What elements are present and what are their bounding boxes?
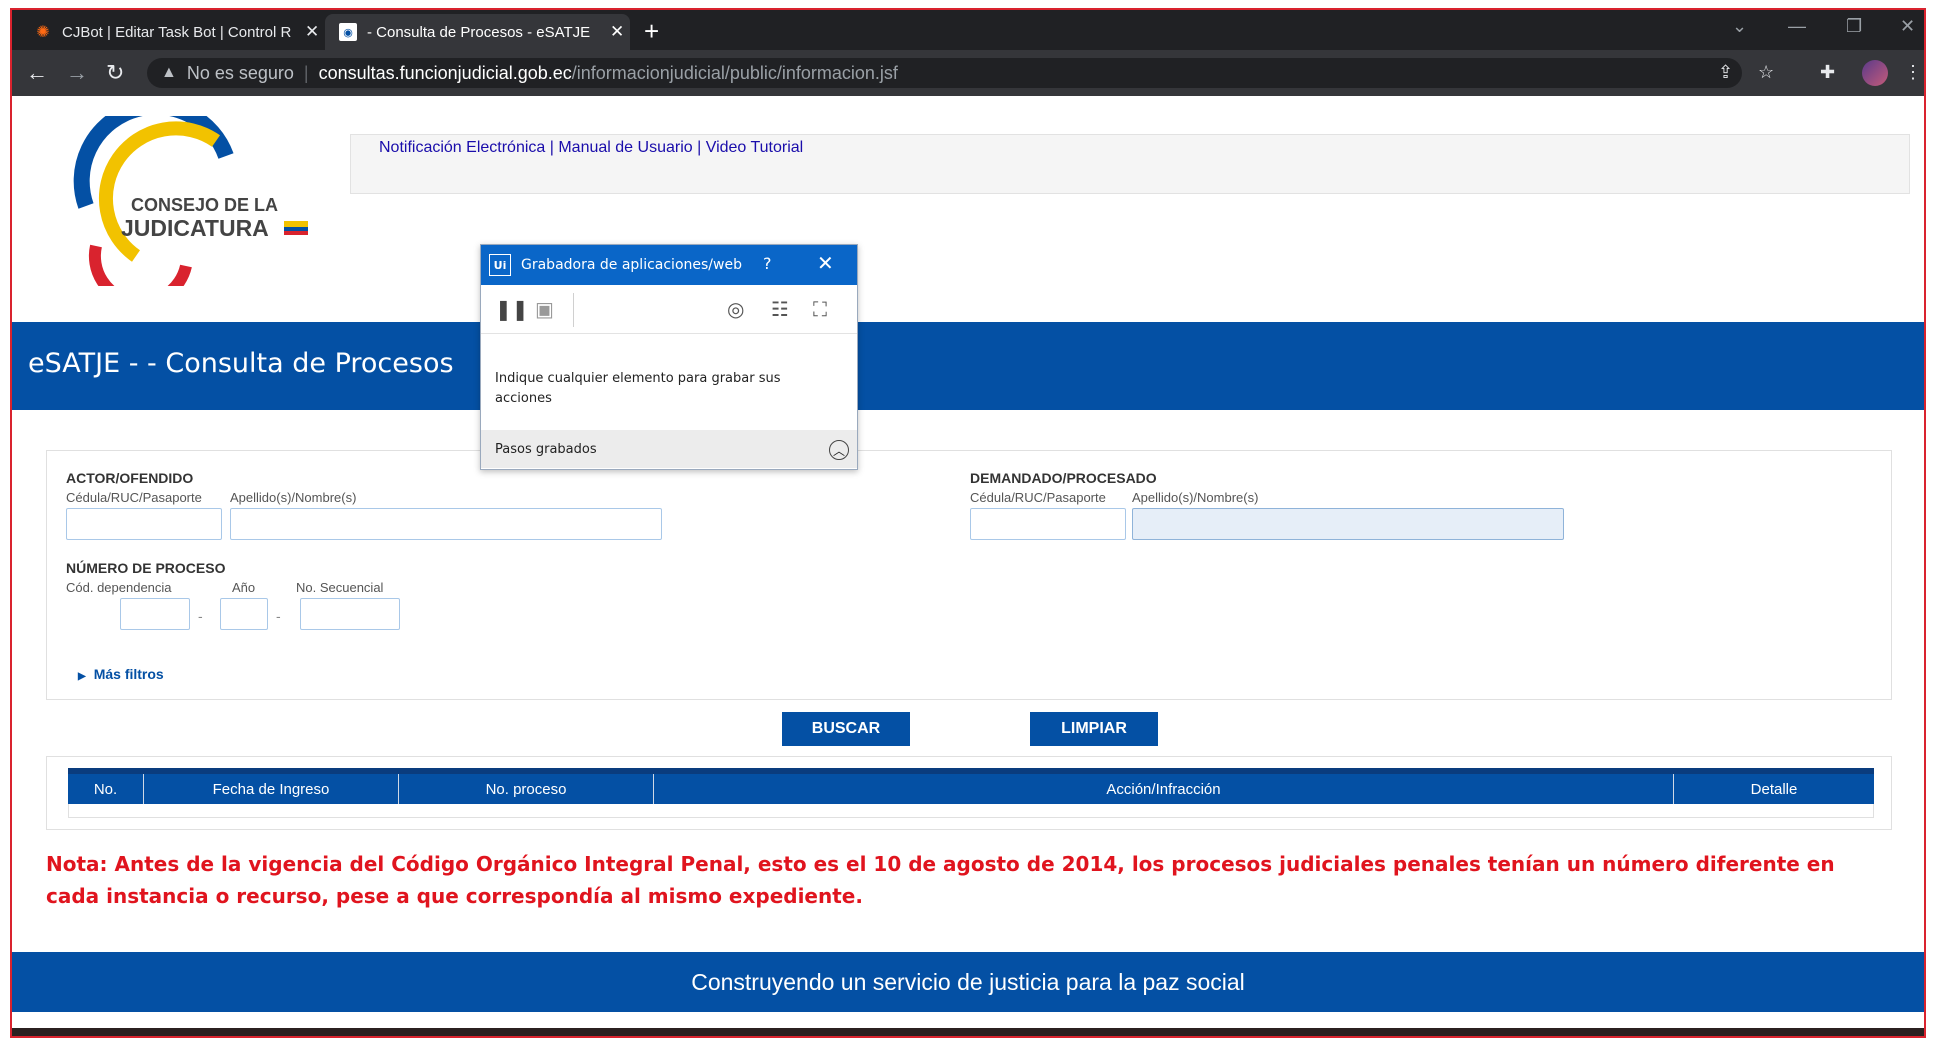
search-form bbox=[46, 450, 1892, 700]
actor-name-label: Apellido(s)/Nombre(s) bbox=[230, 490, 357, 505]
svg-text:JUDICATURA: JUDICATURA bbox=[121, 215, 269, 241]
tab-title: - Consulta de Procesos - eSATJE bbox=[367, 23, 591, 41]
recorded-steps-label: Pasos grabados bbox=[495, 441, 597, 457]
warning-icon[interactable]: ▲ bbox=[161, 64, 177, 82]
taskbar-strip bbox=[12, 1028, 1924, 1036]
demandado-name-input[interactable] bbox=[1132, 508, 1564, 540]
url-separator: | bbox=[303, 62, 309, 83]
recorder-titlebar[interactable]: Ui Grabadora de aplicaciones/web bbox=[481, 245, 857, 285]
cjbot-favicon-icon: ✺ bbox=[36, 24, 50, 41]
url-field[interactable]: ▲ No es seguro | consultas.funcionjudici… bbox=[147, 58, 1742, 88]
limpiar-button[interactable]: LIMPIAR bbox=[1030, 712, 1158, 746]
menu-icon[interactable]: ⋮ bbox=[1904, 62, 1922, 83]
close-tab-icon[interactable]: ✕ bbox=[305, 22, 319, 42]
close-tab-icon[interactable]: ✕ bbox=[610, 22, 624, 42]
profile-avatar[interactable] bbox=[1862, 60, 1888, 86]
address-bar: ← → ↻ ▲ No es seguro | consultas.funcion… bbox=[12, 50, 1924, 96]
tab-bar: ✺ CJBot | Editar Task Bot | Control R ✕ … bbox=[12, 10, 1924, 50]
share-icon[interactable]: ⇪ bbox=[1718, 62, 1733, 83]
restore-icon[interactable]: ❐ bbox=[1846, 16, 1862, 37]
actor-name-input[interactable] bbox=[230, 508, 662, 540]
recorder-dialog: Ui Grabadora de aplicaciones/web ? ✕ ❚❚ … bbox=[480, 244, 858, 470]
recorder-title: Grabadora de aplicaciones/web bbox=[521, 257, 742, 273]
tab-title: CJBot | Editar Task Bot | Control R bbox=[62, 23, 292, 41]
toolbar-divider bbox=[573, 293, 574, 327]
demandado-id-input[interactable] bbox=[970, 508, 1126, 540]
demandado-section-label: DEMANDADO/PROCESADO bbox=[970, 470, 1157, 486]
anio-input[interactable] bbox=[220, 598, 268, 630]
buscar-button[interactable]: BUSCAR bbox=[782, 712, 910, 746]
tab-search-icon[interactable]: ⌄ bbox=[1732, 16, 1747, 37]
top-links-bar: Notificación Electrónica | Manual de Usu… bbox=[350, 134, 1910, 194]
footer-text: Construyendo un servicio de justicia par… bbox=[691, 968, 1245, 995]
recorder-toolbar: ❚❚ ▣ ◎ ☷ ⛶ bbox=[481, 285, 857, 334]
footer-banner: Construyendo un servicio de justicia par… bbox=[12, 952, 1924, 1012]
save-icon[interactable]: ▣ bbox=[535, 297, 554, 321]
url-path: /informacionjudicial/public/informacion.… bbox=[571, 62, 898, 83]
actor-id-label: Cédula/RUC/Pasaporte bbox=[66, 490, 202, 505]
dependencia-label: Cód. dependencia bbox=[66, 580, 172, 595]
dash-separator: - bbox=[276, 608, 281, 624]
demandado-name-label: Apellido(s)/Nombre(s) bbox=[1132, 490, 1259, 505]
close-icon[interactable]: ✕ bbox=[817, 251, 834, 275]
secuencial-label: No. Secuencial bbox=[296, 580, 384, 595]
svg-text:CONSEJO DE LA: CONSEJO DE LA bbox=[131, 195, 278, 215]
page-header: eSATJE - - Consulta de Procesos bbox=[12, 322, 1924, 410]
actor-section-label: ACTOR/OFENDIDO bbox=[66, 470, 194, 486]
caret-right-icon: ▶ bbox=[78, 671, 86, 682]
actor-id-input[interactable] bbox=[66, 508, 222, 540]
checklist-icon[interactable]: ☷ bbox=[771, 297, 789, 321]
bookmark-star-icon[interactable]: ☆ bbox=[1758, 62, 1774, 83]
demandado-id-label: Cédula/RUC/Pasaporte bbox=[970, 490, 1106, 505]
screenshot-icon[interactable]: ⛶ bbox=[813, 297, 827, 321]
minimize-icon[interactable]: — bbox=[1788, 16, 1806, 37]
dash-separator: - bbox=[198, 608, 203, 624]
nota-text: Nota: Antes de la vigencia del Código Or… bbox=[46, 852, 1835, 908]
browser-window: ✺ CJBot | Editar Task Bot | Control R ✕ … bbox=[10, 8, 1926, 1038]
uipath-logo-icon: Ui bbox=[489, 254, 511, 276]
record-target-icon[interactable]: ◎ bbox=[727, 297, 744, 321]
column-header[interactable]: Fecha de Ingreso bbox=[144, 774, 399, 804]
anio-label: Año bbox=[232, 580, 256, 595]
esatje-favicon-icon: ◉ bbox=[339, 23, 357, 41]
help-button[interactable]: ? bbox=[763, 254, 772, 273]
top-links[interactable]: Notificación Electrónica | Manual de Usu… bbox=[379, 139, 803, 157]
url-host: consultas.funcionjudicial.gob.ec bbox=[318, 62, 572, 83]
tab-consulta[interactable]: ◉ - Consulta de Procesos - eSATJE ✕ bbox=[325, 14, 630, 50]
extensions-icon[interactable]: ✚ bbox=[1820, 62, 1835, 83]
column-header[interactable]: Acción/Infracción bbox=[654, 774, 1674, 804]
recorder-message: Indique cualquier elemento para grabar s… bbox=[495, 371, 781, 406]
secuencial-input[interactable] bbox=[300, 598, 400, 630]
tab-cjbot[interactable]: ✺ CJBot | Editar Task Bot | Control R ✕ bbox=[20, 14, 325, 50]
column-header[interactable]: No. proceso bbox=[399, 774, 654, 804]
column-header[interactable]: Detalle bbox=[1674, 774, 1874, 804]
reload-icon[interactable]: ↻ bbox=[106, 60, 124, 86]
numero-section-label: NÚMERO DE PROCESO bbox=[66, 560, 226, 576]
window-close-icon[interactable]: ✕ bbox=[1900, 16, 1915, 37]
consejo-judicatura-logo-icon: CONSEJO DE LA JUDICATURA bbox=[73, 116, 308, 286]
dependencia-input[interactable] bbox=[120, 598, 190, 630]
new-tab-icon[interactable]: + bbox=[644, 16, 659, 47]
page-title: eSATJE - - Consulta de Procesos bbox=[28, 348, 454, 379]
back-icon[interactable]: ← bbox=[26, 60, 48, 86]
forward-icon[interactable]: → bbox=[66, 60, 88, 86]
chevron-up-icon[interactable]: ︿ bbox=[829, 440, 849, 460]
column-header[interactable]: No. bbox=[68, 774, 144, 804]
security-label[interactable]: No es seguro bbox=[187, 63, 294, 84]
results-table-header: No. Fecha de Ingreso No. proceso Acción/… bbox=[68, 768, 1874, 804]
table-empty-row bbox=[68, 804, 1874, 818]
mas-filtros-label: Más filtros bbox=[93, 666, 164, 682]
mas-filtros-toggle[interactable]: ▶ Más filtros bbox=[78, 666, 164, 682]
page-content: CONSEJO DE LA JUDICATURA Notificación El… bbox=[12, 96, 1924, 1036]
recorded-steps-header[interactable]: Pasos grabados bbox=[481, 430, 857, 468]
pause-icon[interactable]: ❚❚ bbox=[495, 297, 529, 321]
